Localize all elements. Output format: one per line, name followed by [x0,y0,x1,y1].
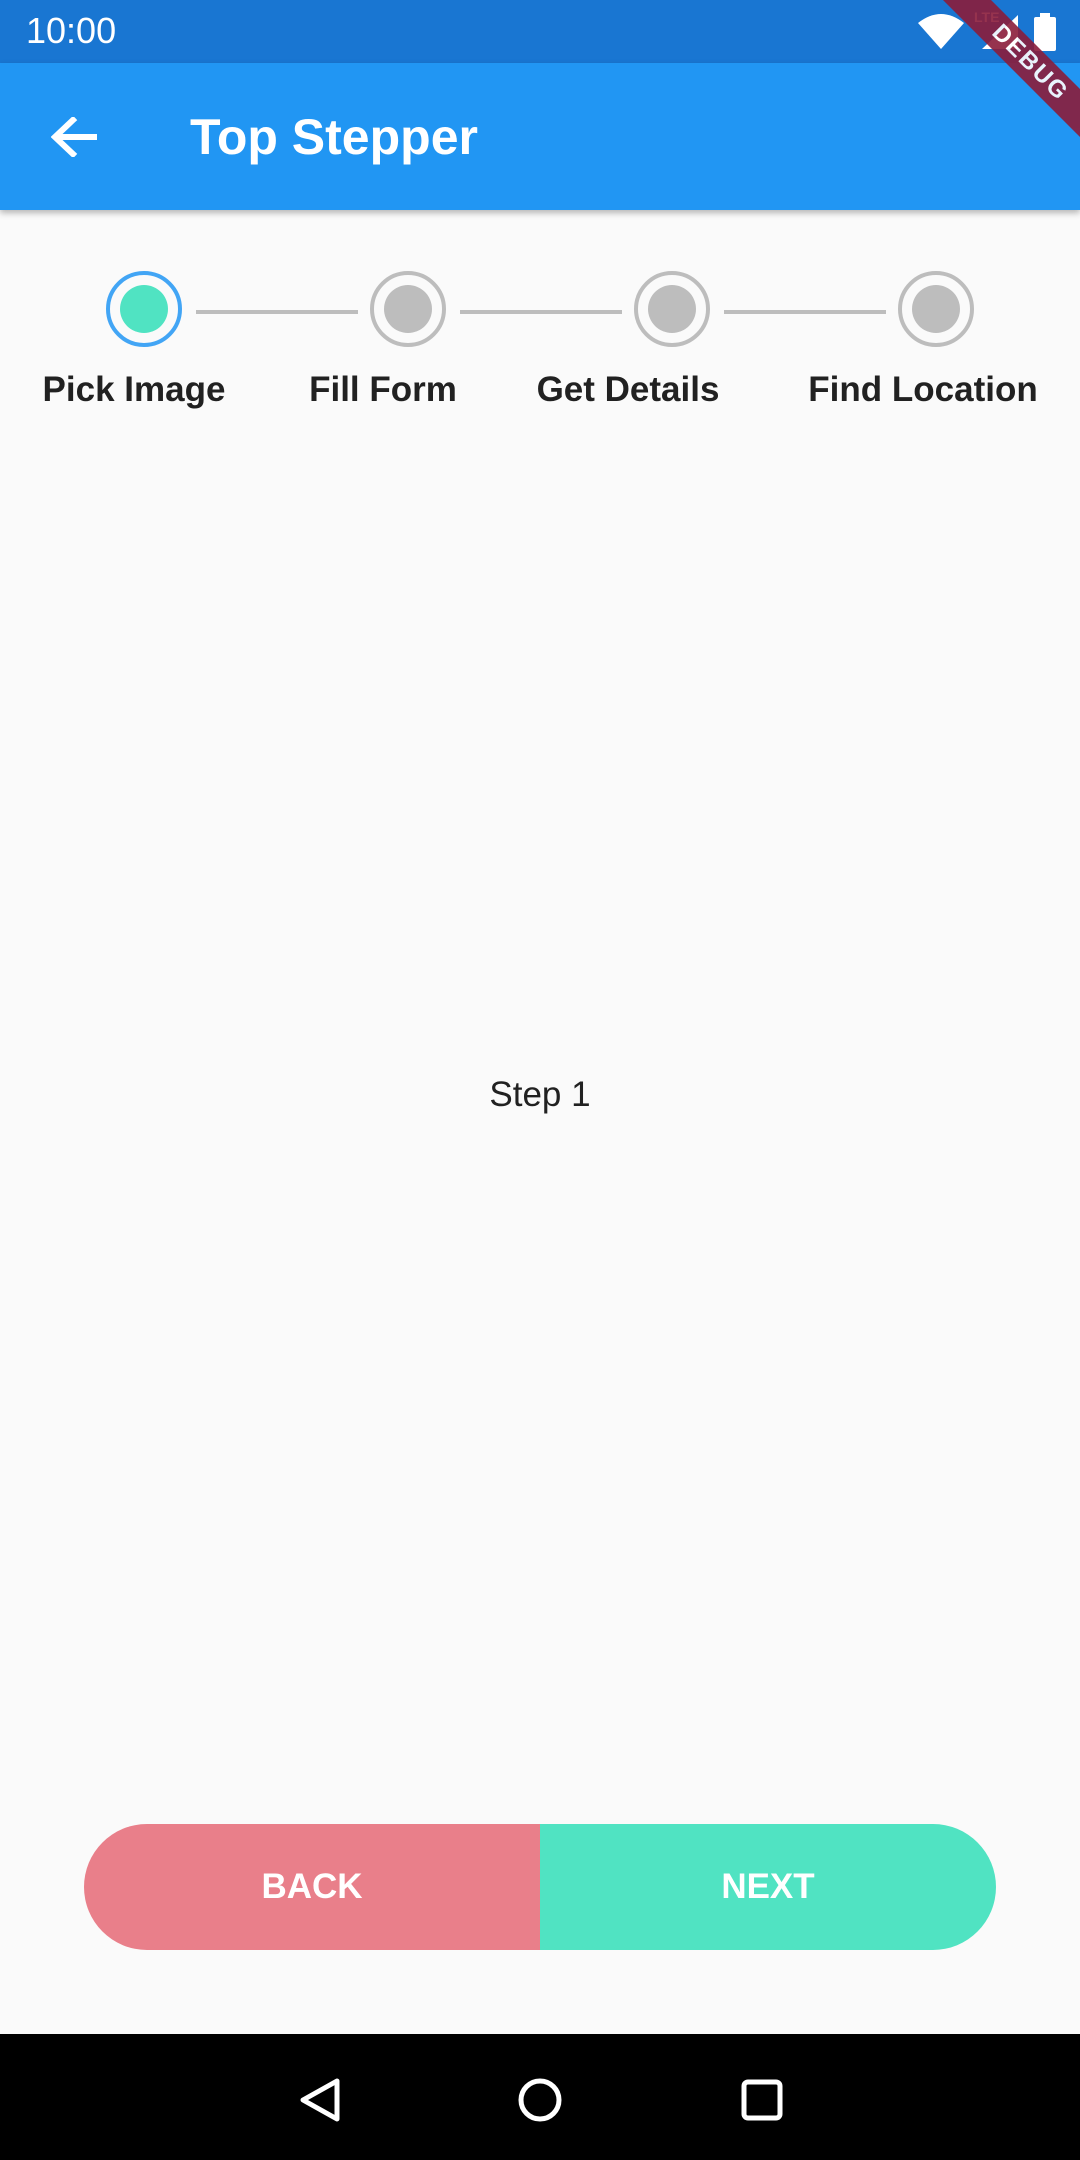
cell-signal-icon: LTE [974,9,1020,51]
step-2-circle[interactable] [370,271,446,347]
status-bar: 10:00 LTE [0,0,1080,63]
stepper: Pick Image Fill Form Get Details Find Lo… [0,270,1080,430]
status-time: 10:00 [26,10,117,51]
system-nav-bar [0,2034,1080,2160]
step-2-label: Fill Form [309,370,457,409]
next-button[interactable]: NEXT [540,1824,996,1950]
app-bar: Top Stepper [0,63,1080,210]
nav-back-button[interactable] [292,2072,348,2128]
arrow-left-icon [51,117,97,157]
step-connector [460,310,622,314]
step-3-dot [648,285,696,333]
back-arrow-button[interactable] [36,99,112,175]
step-4-dot [912,285,960,333]
back-button[interactable]: BACK [84,1824,540,1950]
step-1-dot [120,285,168,333]
step-3-circle[interactable] [634,271,710,347]
status-icons: LTE [916,9,1056,52]
stepper-controls: BACK NEXT [84,1824,996,1950]
step-connector [196,310,358,314]
step-3-label: Get Details [536,370,720,409]
step-connector [724,310,886,314]
step-1-label: Pick Image [42,370,226,409]
network-type-label: LTE [974,9,1000,25]
square-recents-icon [741,2079,783,2121]
nav-home-button[interactable] [512,2072,568,2128]
step-2-dot [384,285,432,333]
triangle-back-icon [300,2078,340,2122]
circle-home-icon [518,2078,562,2122]
nav-recents-button[interactable] [734,2072,790,2128]
step-1-circle[interactable] [106,271,182,347]
wifi-icon [916,13,966,51]
step-content-text: Step 1 [489,1075,591,1114]
step-4-label: Find Location [808,370,1038,409]
step-4-circle[interactable] [898,271,974,347]
page-title: Top Stepper [190,109,478,165]
battery-icon [1034,13,1056,51]
